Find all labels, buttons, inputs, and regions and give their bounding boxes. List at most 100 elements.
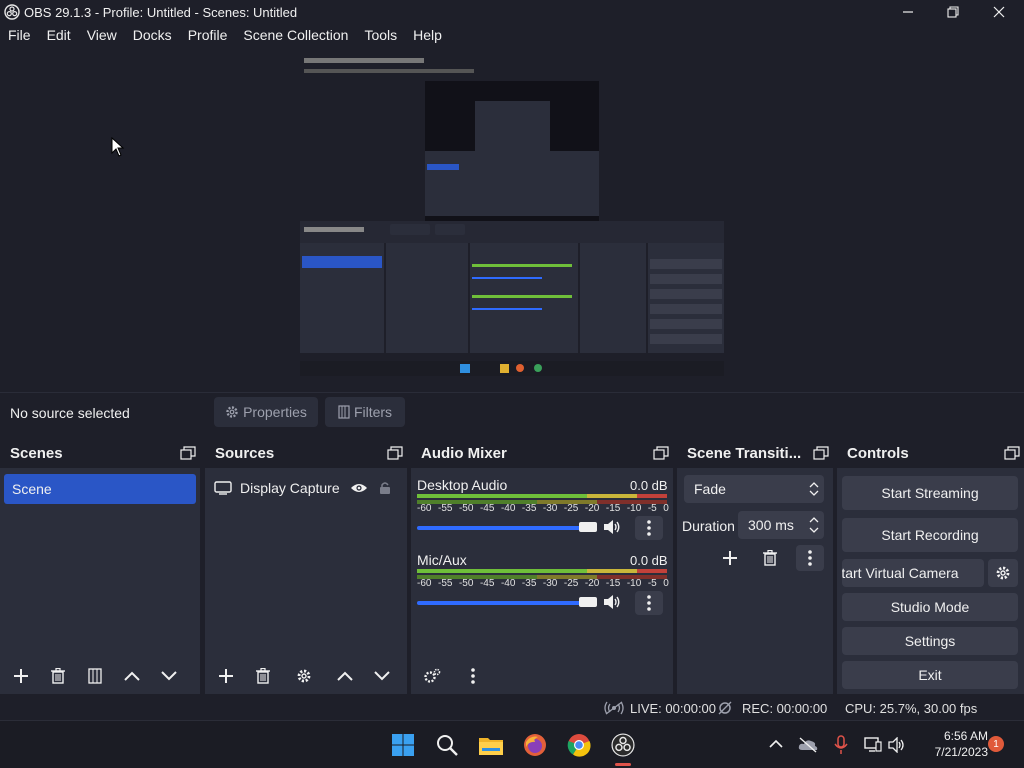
audio-mixer-menu-button[interactable] bbox=[457, 662, 489, 690]
taskbar-clock[interactable]: 6:56 AM 7/21/2023 bbox=[916, 728, 988, 760]
desktop-audio-volume-slider[interactable] bbox=[417, 522, 597, 534]
rec-timer: REC: 00:00:00 bbox=[742, 701, 828, 716]
more-vertical-icon bbox=[647, 595, 651, 611]
minimize-icon bbox=[903, 11, 913, 13]
display-capture-preview-image bbox=[300, 56, 724, 376]
lock-icon[interactable] bbox=[378, 481, 392, 495]
start-streaming-button[interactable]: Start Streaming bbox=[842, 476, 1018, 510]
obs-taskbar-button[interactable] bbox=[609, 731, 637, 759]
menu-tools[interactable]: Tools bbox=[356, 27, 405, 43]
chevron-down-icon bbox=[161, 671, 177, 681]
gear-icon bbox=[996, 566, 1010, 580]
studio-mode-button[interactable]: Studio Mode bbox=[842, 593, 1018, 621]
firefox-button[interactable] bbox=[521, 731, 549, 759]
onedrive-offline-icon[interactable] bbox=[798, 737, 818, 753]
microphone-icon[interactable] bbox=[834, 735, 848, 755]
advanced-audio-properties-button[interactable] bbox=[416, 662, 448, 690]
remove-scene-button[interactable] bbox=[42, 662, 74, 690]
program-preview[interactable] bbox=[300, 56, 724, 376]
transition-select[interactable]: Fade bbox=[684, 475, 824, 503]
undock-icon[interactable] bbox=[180, 446, 196, 460]
scale-tick: -30 bbox=[542, 503, 558, 514]
mic-aux-menu-button[interactable] bbox=[635, 591, 663, 615]
move-scene-down-button[interactable] bbox=[153, 662, 185, 690]
scene-filters-button[interactable] bbox=[79, 662, 111, 690]
window-title: OBS 29.1.3 - Profile: Untitled - Scenes:… bbox=[24, 4, 298, 20]
settings-button[interactable]: Settings bbox=[842, 627, 1018, 655]
undock-icon[interactable] bbox=[1004, 446, 1020, 460]
speaker-icon[interactable] bbox=[603, 519, 621, 535]
filters-button[interactable]: Filters bbox=[325, 397, 405, 427]
move-source-down-button[interactable] bbox=[366, 662, 398, 690]
menu-edit[interactable]: Edit bbox=[39, 27, 79, 43]
chevron-up-icon[interactable] bbox=[769, 739, 783, 749]
file-explorer-button[interactable] bbox=[477, 731, 505, 759]
close-button[interactable] bbox=[976, 0, 1022, 24]
source-properties-button[interactable] bbox=[288, 662, 320, 690]
title-bar: OBS 29.1.3 - Profile: Untitled - Scenes:… bbox=[0, 0, 1024, 24]
undock-icon[interactable] bbox=[387, 446, 403, 460]
volume-handle[interactable] bbox=[579, 522, 597, 532]
scale-tick: -55 bbox=[437, 578, 453, 589]
monitor-icon bbox=[214, 481, 232, 495]
mic-aux-scale: -60 -55 -50 -45 -40 -35 -30 -25 -20 -15 … bbox=[417, 578, 669, 589]
menu-scene-collection[interactable]: Scene Collection bbox=[235, 27, 356, 43]
add-source-button[interactable] bbox=[210, 662, 242, 690]
minimize-button[interactable] bbox=[885, 0, 931, 24]
clock-time: 6:56 AM bbox=[943, 729, 988, 743]
virtual-camera-settings-button[interactable] bbox=[988, 559, 1018, 587]
properties-label: Properties bbox=[243, 404, 307, 420]
remove-transition-button[interactable] bbox=[754, 545, 786, 571]
chevron-down-icon bbox=[374, 671, 390, 681]
notification-badge[interactable]: 1 bbox=[988, 736, 1004, 752]
chevron-up-icon bbox=[337, 671, 353, 681]
desktop-audio-level: 0.0 dB bbox=[630, 478, 668, 493]
add-transition-button[interactable] bbox=[714, 545, 746, 571]
menu-help[interactable]: Help bbox=[405, 27, 450, 43]
remove-source-button[interactable] bbox=[247, 662, 279, 690]
spin-arrows-icon[interactable] bbox=[809, 516, 819, 534]
duration-spinbox[interactable]: 300 ms bbox=[738, 511, 824, 539]
menu-profile[interactable]: Profile bbox=[180, 27, 236, 43]
network-icon[interactable] bbox=[864, 736, 882, 754]
preview-area bbox=[0, 46, 1024, 390]
undock-icon[interactable] bbox=[813, 446, 829, 460]
scenes-dock-title: Scenes bbox=[10, 444, 63, 462]
properties-button[interactable]: Properties bbox=[214, 397, 318, 427]
firefox-icon bbox=[524, 734, 546, 756]
mic-aux-volume-slider[interactable] bbox=[417, 597, 597, 609]
scale-tick: -10 bbox=[626, 503, 642, 514]
undock-icon[interactable] bbox=[653, 446, 669, 460]
scenes-dock-header: Scenes bbox=[0, 438, 200, 468]
active-app-indicator bbox=[615, 763, 631, 766]
cpu-fps: CPU: 25.7%, 30.00 fps bbox=[845, 701, 978, 716]
scale-tick: -45 bbox=[479, 578, 495, 589]
transition-properties-button[interactable] bbox=[796, 545, 824, 571]
move-source-up-button[interactable] bbox=[329, 662, 361, 690]
scene-list-item[interactable]: Scene bbox=[4, 474, 196, 504]
menu-docks[interactable]: Docks bbox=[125, 27, 180, 43]
desktop-audio-menu-button[interactable] bbox=[635, 516, 663, 540]
start-button[interactable] bbox=[389, 731, 417, 759]
add-scene-button[interactable] bbox=[5, 662, 37, 690]
volume-handle[interactable] bbox=[579, 597, 597, 607]
speaker-icon[interactable] bbox=[603, 594, 621, 610]
exit-button[interactable]: Exit bbox=[842, 661, 1018, 689]
menu-file[interactable]: File bbox=[0, 27, 39, 43]
close-icon bbox=[993, 6, 1005, 18]
move-scene-up-button[interactable] bbox=[116, 662, 148, 690]
search-button[interactable] bbox=[433, 731, 461, 759]
chrome-button[interactable] bbox=[565, 731, 593, 759]
gear-icon bbox=[297, 669, 311, 683]
source-list-item[interactable]: Display Capture bbox=[214, 476, 392, 500]
scale-tick: -50 bbox=[458, 503, 474, 514]
start-virtual-camera-button[interactable]: Start Virtual Camera bbox=[842, 559, 984, 587]
start-recording-button[interactable]: Start Recording bbox=[842, 518, 1018, 552]
recording-icon bbox=[718, 701, 732, 715]
menu-view[interactable]: View bbox=[79, 27, 125, 43]
maximize-button[interactable] bbox=[930, 0, 976, 24]
volume-icon[interactable] bbox=[888, 737, 906, 753]
trash-icon bbox=[763, 550, 777, 566]
scale-tick: -15 bbox=[605, 503, 621, 514]
eye-visibility-icon[interactable] bbox=[350, 482, 368, 494]
